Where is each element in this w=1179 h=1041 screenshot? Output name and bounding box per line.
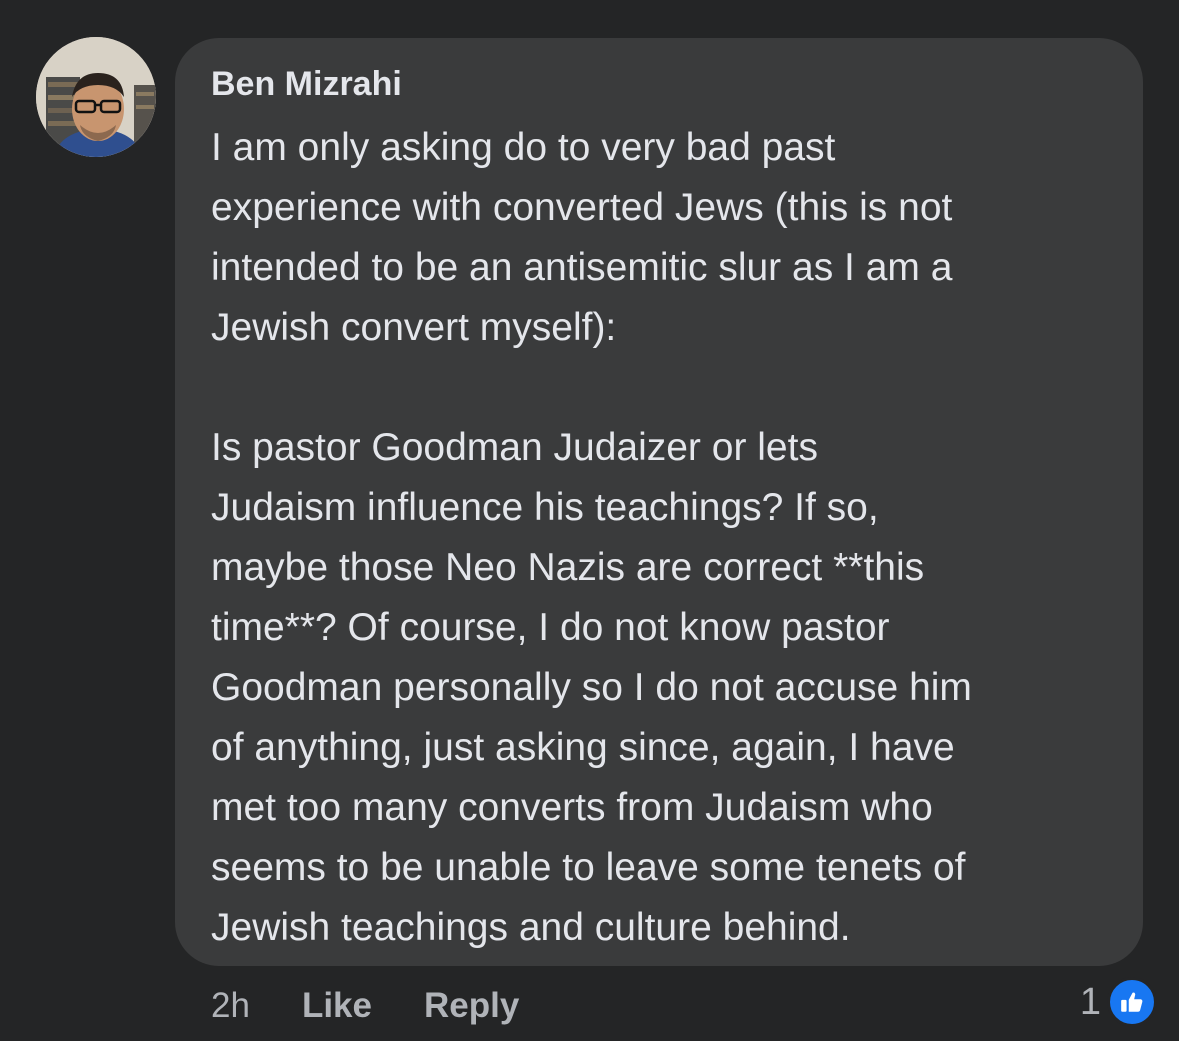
comment-text: I am only asking do to very bad past exp… bbox=[211, 126, 972, 949]
avatar[interactable] bbox=[36, 37, 156, 157]
comment-bubble: Ben Mizrahi I am only asking do to very … bbox=[175, 38, 1143, 966]
comment-timestamp[interactable]: 2h bbox=[211, 986, 250, 1026]
thumbs-up-icon bbox=[1107, 977, 1157, 1027]
comment-actions: 2h Like Reply bbox=[211, 982, 519, 1030]
like-button[interactable]: Like bbox=[302, 986, 372, 1026]
reaction-count: 1 bbox=[1079, 980, 1101, 1023]
reply-button[interactable]: Reply bbox=[424, 986, 519, 1026]
comment-author[interactable]: Ben Mizrahi bbox=[211, 64, 1113, 104]
reaction-summary[interactable]: 1 bbox=[1080, 977, 1157, 1027]
